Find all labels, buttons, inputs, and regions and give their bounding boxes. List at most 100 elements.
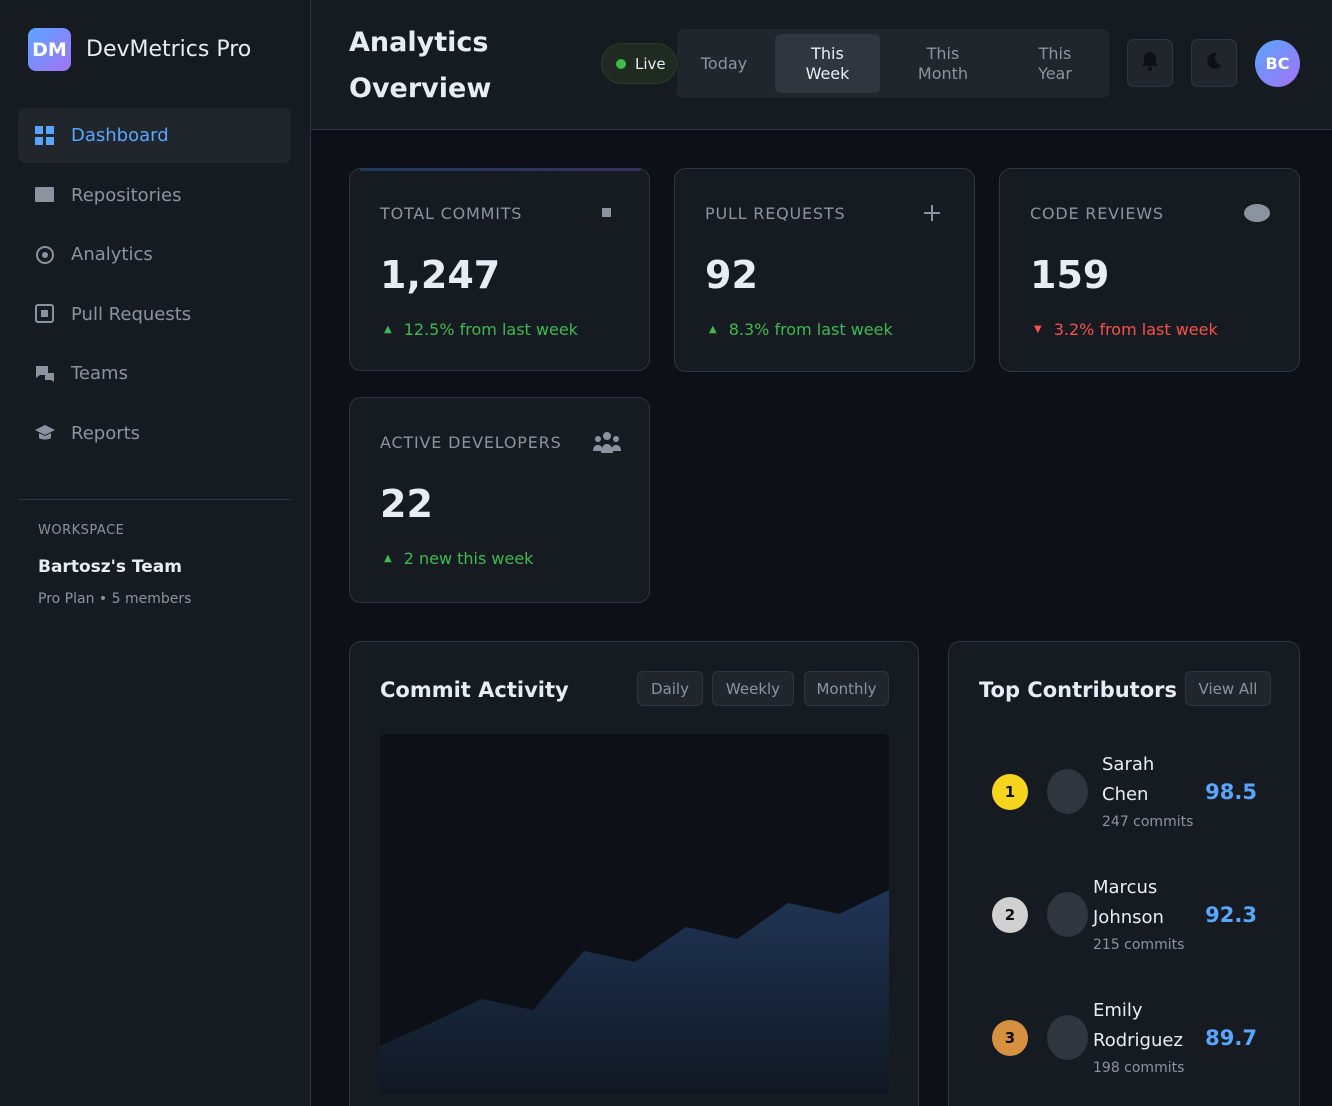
contributor-last-name: Chen xyxy=(1102,784,1149,805)
card-accent xyxy=(360,168,641,171)
stat-value: 22 xyxy=(380,482,433,526)
sidebar-item-dashboard[interactable]: Dashboard xyxy=(18,108,291,163)
sidebar-item-label: Dashboard xyxy=(71,125,169,146)
grid-icon xyxy=(35,125,55,146)
stat-value: 159 xyxy=(1030,253,1110,297)
trend-up-icon: ▲ xyxy=(384,553,392,564)
contributor-score: 92.3 xyxy=(1205,903,1257,927)
stat-change: ▲ 12.5% from last week xyxy=(380,320,578,339)
trend-up-icon: ▲ xyxy=(709,324,717,335)
rank-badge: 2 xyxy=(992,897,1028,933)
stat-change-text: 2 new this week xyxy=(403,549,534,568)
square-dot-icon xyxy=(35,304,55,324)
workspace-label: WORKSPACE xyxy=(38,523,125,538)
contributor-first-name: Sarah xyxy=(1102,754,1155,775)
eye-icon xyxy=(1243,201,1271,225)
sidebar-item-label: Teams xyxy=(71,363,128,384)
stat-change-text: 8.3% from last week xyxy=(728,320,893,339)
rank-badge: 3 xyxy=(992,1020,1028,1056)
stat-label: PULL REQUESTS xyxy=(705,204,846,223)
contributor-avatar xyxy=(1047,769,1088,814)
folder-icon xyxy=(35,185,55,205)
range-this-month[interactable]: This Month xyxy=(889,34,997,93)
moon-icon xyxy=(1204,51,1224,75)
sidebar-item-analytics[interactable]: Analytics xyxy=(18,227,291,282)
sidebar-divider xyxy=(18,499,291,500)
contributor-score: 89.7 xyxy=(1205,1026,1257,1050)
contributor-row[interactable]: 2 Marcus Johnson 215 commits 92.3 xyxy=(979,865,1271,965)
sidebar-item-label: Repositories xyxy=(71,184,182,206)
stat-change: ▲ 8.3% from last week xyxy=(705,320,893,339)
workspace-meta: Pro Plan • 5 members xyxy=(38,591,192,607)
stat-card-total-commits: TOTAL COMMITS 1,247 ▲ 12.5% from last we… xyxy=(349,168,650,371)
tab-weekly[interactable]: Weekly xyxy=(712,671,794,706)
stat-change: ▲ 2 new this week xyxy=(380,549,533,568)
contributor-row[interactable]: 3 Emily Rodriguez 198 commits 89.7 xyxy=(979,988,1271,1088)
tab-monthly[interactable]: Monthly xyxy=(804,671,889,706)
sidebar: DM DevMetrics Pro Dashboard Repositories… xyxy=(0,0,311,1106)
stat-change-text: 3.2% from last week xyxy=(1053,320,1218,339)
live-label: Live xyxy=(635,54,666,73)
theme-toggle-button[interactable] xyxy=(1191,39,1237,87)
trend-up-icon: ▲ xyxy=(384,324,392,335)
range-today[interactable]: Today xyxy=(677,34,771,93)
sidebar-item-label: Analytics xyxy=(71,244,153,265)
stat-label: ACTIVE DEVELOPERS xyxy=(380,433,562,452)
sidebar-item-pull-requests[interactable]: Pull Requests xyxy=(18,287,291,342)
view-all-button[interactable]: View All xyxy=(1185,671,1271,706)
contributor-commits: 247 commits xyxy=(1102,814,1194,830)
brand[interactable]: DM DevMetrics Pro xyxy=(28,28,251,71)
commit-activity-chart xyxy=(380,734,889,1094)
range-this-week[interactable]: This Week xyxy=(775,34,880,93)
contributor-first-name: Marcus xyxy=(1093,877,1158,898)
live-badge: Live xyxy=(601,43,677,84)
stat-change-text: 12.5% from last week xyxy=(403,320,578,339)
rank-badge: 1 xyxy=(992,774,1028,810)
stat-change: ▼ 3.2% from last week xyxy=(1030,320,1218,339)
contributor-last-name: Rodriguez xyxy=(1093,1030,1183,1051)
contributor-first-name: Emily xyxy=(1093,1000,1143,1021)
sidebar-item-repositories[interactable]: Repositories xyxy=(18,168,291,223)
tab-daily[interactable]: Daily xyxy=(637,671,703,706)
brand-name: DevMetrics Pro xyxy=(86,37,252,62)
brand-logo: DM xyxy=(28,28,71,71)
contributor-commits: 198 commits xyxy=(1093,1060,1185,1076)
stat-card-pull-requests: PULL REQUESTS 92 ▲ 8.3% from last week xyxy=(674,168,975,372)
bell-icon xyxy=(1141,51,1159,75)
workspace-name[interactable]: Bartosz's Team xyxy=(38,557,182,577)
stat-card-active-developers: ACTIVE DEVELOPERS 22 ▲ 2 new this week xyxy=(349,397,650,603)
commit-activity-panel: Commit Activity Daily Weekly Monthly xyxy=(349,641,919,1106)
live-dot-icon xyxy=(616,58,626,69)
trend-down-icon: ▼ xyxy=(1034,324,1042,335)
contributor-row[interactable]: 1 Sarah Chen 247 commits 98.5 xyxy=(979,742,1271,842)
contributor-score: 98.5 xyxy=(1205,780,1257,804)
contributor-commits: 215 commits xyxy=(1093,937,1185,953)
header: Analytics Overview Live Today This Week … xyxy=(311,0,1332,130)
sidebar-nav: Dashboard Repositories Analytics Pull Re… xyxy=(18,108,291,465)
sidebar-item-teams[interactable]: Teams xyxy=(18,346,291,401)
square-icon xyxy=(593,201,621,225)
graduation-cap-icon xyxy=(35,423,55,443)
stat-value: 1,247 xyxy=(380,253,501,297)
stat-value: 92 xyxy=(705,253,758,297)
user-avatar[interactable]: BC xyxy=(1255,40,1300,87)
sidebar-item-reports[interactable]: Reports xyxy=(18,406,291,461)
chat-icon xyxy=(35,364,55,384)
stat-card-code-reviews: CODE REVIEWS 159 ▼ 3.2% from last week xyxy=(999,168,1300,372)
contributor-name: Marcus Johnson xyxy=(1093,873,1203,933)
contributor-avatar xyxy=(1047,1015,1088,1060)
panel-title: Top Contributors xyxy=(979,678,1177,702)
panel-title: Commit Activity xyxy=(380,678,569,702)
stat-label: TOTAL COMMITS xyxy=(380,204,523,223)
contributor-last-name: Johnson xyxy=(1093,907,1164,928)
target-icon xyxy=(35,245,55,265)
time-range-selector: Today This Week This Month This Year xyxy=(677,29,1109,98)
area-chart xyxy=(380,890,889,1094)
contributor-name: Sarah Chen xyxy=(1102,750,1212,810)
sidebar-item-label: Pull Requests xyxy=(71,303,192,325)
notifications-button[interactable] xyxy=(1127,39,1173,87)
top-contributors-panel: Top Contributors View All 1 Sarah Chen 2… xyxy=(948,641,1300,1106)
range-this-year[interactable]: This Year xyxy=(1007,34,1103,93)
page-title: Analytics Overview xyxy=(349,27,492,104)
stat-label: CODE REVIEWS xyxy=(1030,204,1164,223)
